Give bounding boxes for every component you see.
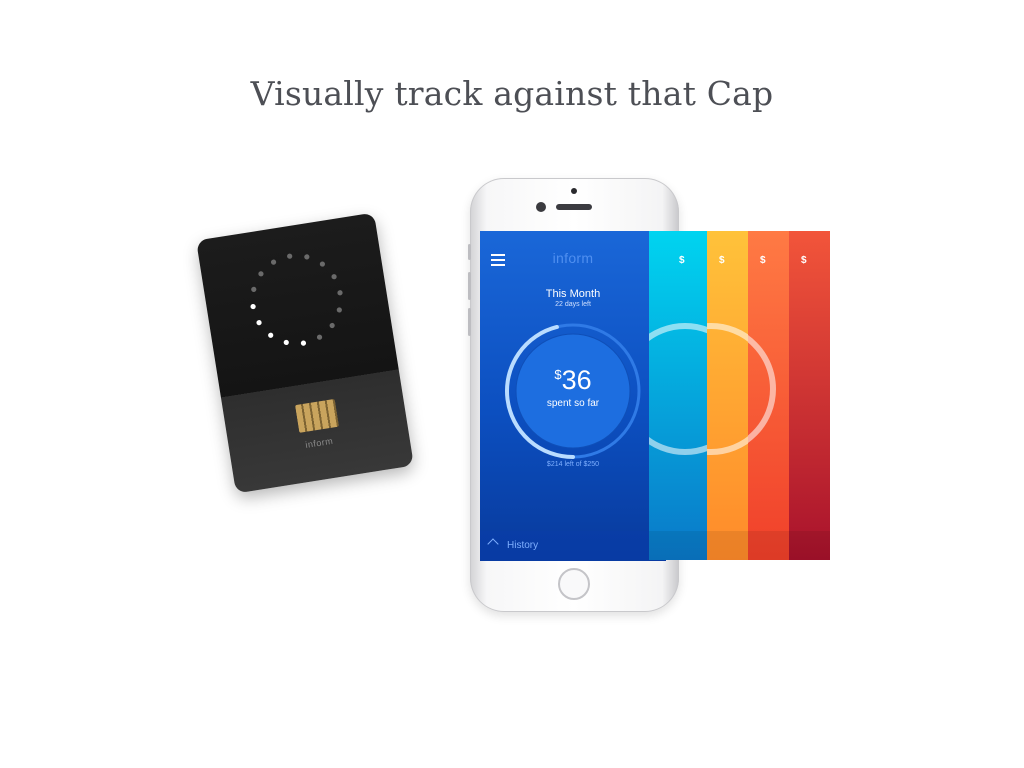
- card-ring-dot: [258, 271, 264, 277]
- card-ring-dot: [337, 290, 343, 296]
- currency-symbol: $: [554, 367, 562, 382]
- earpiece-speaker: [556, 204, 592, 210]
- spent-label: spent so far: [546, 398, 600, 409]
- card-ring-dot: [319, 261, 326, 267]
- theme-screen-red: $: [789, 231, 830, 560]
- card-progress-ring: [250, 253, 343, 346]
- headline: Visually track against that Cap: [250, 74, 774, 113]
- card-ring-dot: [268, 332, 274, 338]
- card-ring-dot: [287, 253, 293, 259]
- card-icon: $: [801, 255, 807, 266]
- card-ring-dot: [331, 274, 337, 280]
- app-screen: inform $ This Month 22 days left $36 spe…: [480, 231, 666, 561]
- card-ring-dot: [336, 307, 342, 313]
- theme-ring: [748, 323, 776, 455]
- physical-card: inform: [196, 212, 414, 494]
- card-ring-dot: [329, 322, 335, 329]
- theme-footer: [789, 531, 830, 560]
- chevron-up-icon: [487, 538, 499, 550]
- mute-switch: [468, 244, 471, 260]
- card-ring-dot: [251, 286, 257, 292]
- volume-up-button: [468, 272, 471, 300]
- card-ring-dot: [256, 320, 262, 326]
- remaining-label: $214 left of $250: [546, 461, 600, 468]
- amount-spent: $36: [480, 365, 666, 396]
- sensor-icon: [536, 202, 546, 212]
- card-ring-dot: [250, 303, 256, 310]
- card-ring-dot: [283, 339, 289, 346]
- card-ring-dot: [304, 254, 310, 260]
- card-ring-dot: [300, 340, 307, 346]
- history-bar[interactable]: History: [480, 531, 666, 561]
- front-camera-icon: [571, 188, 577, 194]
- app-logo: inform: [552, 250, 594, 266]
- period-label: This Month: [545, 288, 601, 300]
- home-button[interactable]: [558, 568, 590, 600]
- days-left-label: 22 days left: [555, 301, 591, 308]
- card-icon: $: [719, 255, 725, 266]
- history-label: History: [507, 540, 539, 551]
- card-ring-dot: [270, 259, 277, 265]
- chip-icon: [295, 398, 339, 433]
- amount-value: 36: [561, 365, 592, 395]
- card-icon: $: [760, 255, 766, 266]
- volume-down-button: [468, 308, 471, 336]
- card-icon: $: [679, 255, 685, 266]
- card-ring-dot: [316, 334, 323, 340]
